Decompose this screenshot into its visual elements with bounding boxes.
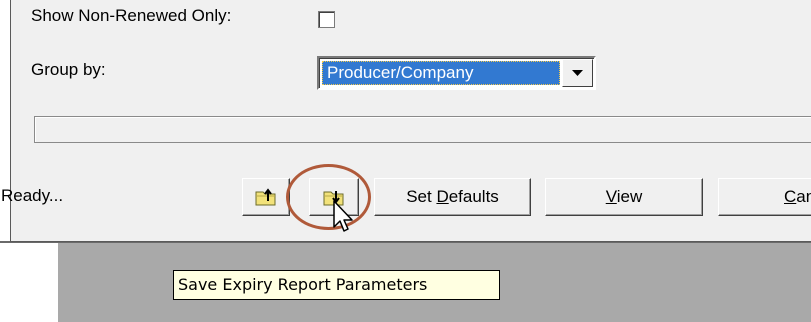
view-label: View: [605, 187, 643, 206]
group-by-label: Group by:: [31, 60, 106, 79]
dropdown-button[interactable]: [562, 59, 593, 87]
cancel-label: Can: [784, 187, 811, 206]
set-defaults-button[interactable]: Set Defaults: [374, 178, 531, 216]
mouse-pointer-icon: [333, 200, 353, 232]
status-text: Ready...: [1, 186, 64, 205]
folder-up-icon: [255, 188, 276, 206]
view-button[interactable]: View: [545, 178, 703, 216]
load-parameters-button[interactable]: [242, 178, 290, 216]
progress-bar: [34, 116, 811, 143]
expiry-report-dialog: Show Non-Renewed Only: Group by: Produce…: [1, 0, 811, 242]
cancel-button[interactable]: Can: [718, 178, 811, 216]
show-non-renewed-checkbox[interactable]: [318, 11, 335, 28]
group-by-select[interactable]: Producer/Company: [317, 56, 596, 90]
show-non-renewed-label: Show Non-Renewed Only:: [31, 6, 232, 25]
chevron-down-icon: [572, 69, 583, 76]
group-by-value: Producer/Company: [322, 61, 560, 85]
set-defaults-label: Set Defaults: [406, 187, 499, 206]
tooltip: Save Expiry Report Parameters: [173, 270, 500, 300]
